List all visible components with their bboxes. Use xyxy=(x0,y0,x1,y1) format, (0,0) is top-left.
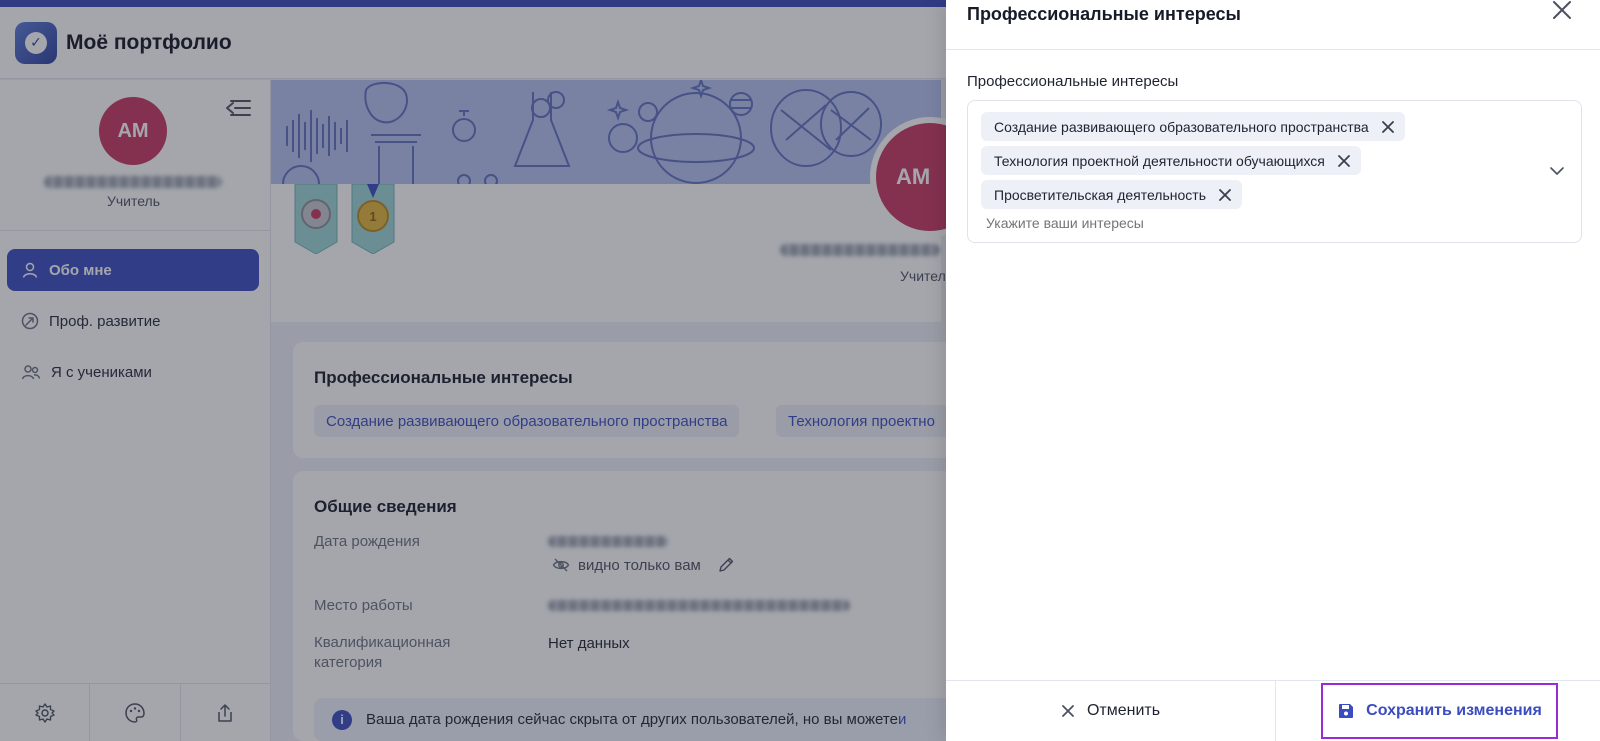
interest-tag: Технология проектной деятельности обучаю… xyxy=(981,146,1361,175)
close-icon xyxy=(1062,705,1074,717)
interest-tag-label: Технология проектной деятельности обучаю… xyxy=(994,152,1325,169)
drawer-title: Профессиональные интересы xyxy=(967,4,1241,24)
modal-backdrop[interactable] xyxy=(0,0,946,741)
save-button[interactable]: Сохранить изменения xyxy=(1321,683,1558,739)
chevron-down-icon[interactable] xyxy=(1549,165,1565,177)
interests-search-input[interactable] xyxy=(986,215,1386,231)
interest-tag: Создание развивающего образовательного п… xyxy=(981,112,1405,141)
remove-tag-icon[interactable] xyxy=(1218,188,1232,202)
footer-separator xyxy=(1275,681,1276,741)
save-icon xyxy=(1339,704,1354,718)
drawer-header-divider xyxy=(946,49,1600,50)
interest-tag: Просветительская деятельность xyxy=(981,180,1242,209)
interest-tag-label: Просветительская деятельность xyxy=(994,186,1206,203)
interests-field-label: Профессиональные интересы xyxy=(967,73,1179,90)
cancel-button[interactable]: Отменить xyxy=(946,681,1275,741)
interest-tag-label: Создание развивающего образовательного п… xyxy=(994,118,1369,135)
interests-multiselect[interactable]: Создание развивающего образовательного п… xyxy=(967,100,1582,243)
cancel-button-label: Отменить xyxy=(1086,702,1161,719)
close-icon[interactable] xyxy=(1550,0,1574,20)
interests-drawer: Профессиональные интересы Профессиональн… xyxy=(946,0,1600,741)
save-button-label: Сохранить изменения xyxy=(1366,702,1542,719)
remove-tag-icon[interactable] xyxy=(1381,120,1395,134)
remove-tag-icon[interactable] xyxy=(1337,154,1351,168)
